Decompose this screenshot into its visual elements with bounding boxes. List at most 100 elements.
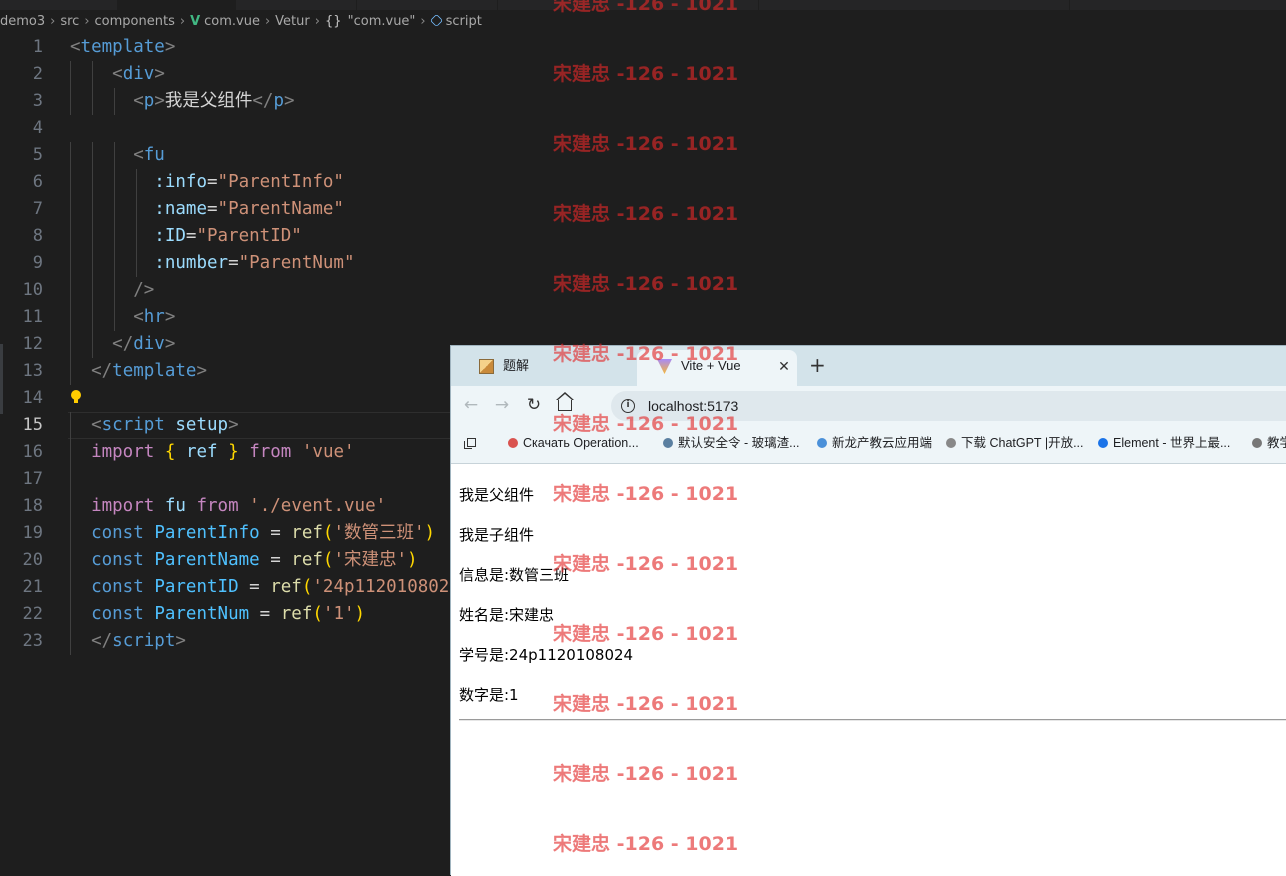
breadcrumb-item-src[interactable]: src (60, 10, 79, 34)
line-number: 12 (22, 334, 43, 354)
new-tab-icon[interactable]: + (809, 353, 826, 377)
code-text: <p>我是父组件</p> (133, 91, 295, 111)
code-line[interactable]: 7 :name="ParentName" (0, 196, 1286, 223)
bookmark-item[interactable]: 教学 (1252, 424, 1286, 462)
code-line[interactable]: 6 :info="ParentInfo" (0, 169, 1286, 196)
code-text: <div> (112, 64, 165, 84)
page-viewport: 我是父组件 我是子组件 信息是:数管三班 姓名是:宋建忠 学号是:24p1120… (451, 464, 1286, 876)
editor-tab[interactable] (236, 0, 357, 10)
line-number: 8 (32, 226, 43, 246)
bookmark-favicon-icon (946, 438, 956, 448)
line-number: 10 (22, 280, 43, 300)
line-number: 14 (22, 388, 43, 408)
bookmark-favicon-icon (817, 438, 827, 448)
vue-file-icon: V (190, 14, 201, 29)
breadcrumb-item-folder[interactable]: demo3 (0, 10, 45, 34)
editor-tab[interactable] (759, 0, 1070, 10)
browser-tab-tijie[interactable]: 题解 (459, 350, 635, 386)
line-number: 21 (22, 577, 43, 597)
symbol-cube-icon (429, 13, 443, 28)
id-text: 学号是:24p1120108024 (459, 646, 634, 664)
tab-groups-icon[interactable] (464, 438, 476, 449)
line-number: 15 (22, 415, 43, 435)
breadcrumb-item-script[interactable]: script (446, 10, 482, 34)
line-number: 16 (22, 442, 43, 462)
code-line[interactable]: 5 <fu (0, 142, 1286, 169)
address-bar[interactable]: i localhost:5173 (611, 391, 1286, 421)
line-number: 6 (32, 172, 43, 192)
forward-arrow-icon[interactable]: → (491, 394, 513, 416)
bookmark-favicon-icon (1252, 438, 1262, 448)
line-number: 11 (22, 307, 43, 327)
chevron-right-icon: › (84, 14, 90, 29)
editor-tab[interactable] (498, 0, 759, 10)
bookmark-item[interactable]: Element - 世界上最... (1098, 424, 1230, 462)
line-number: 2 (32, 64, 43, 84)
line-number: 1 (32, 37, 43, 57)
browser-tab-bar: 题解 Vite + Vue ✕ + (451, 346, 1286, 386)
code-line[interactable]: 1 <template> (0, 34, 1286, 61)
site-info-icon[interactable]: i (621, 399, 635, 413)
code-text: const ParentNum = ref('1') (91, 604, 366, 624)
vite-logo-icon (657, 359, 672, 374)
chevron-right-icon: › (179, 14, 186, 29)
tab-title: 题解 (503, 358, 530, 373)
child-heading: 我是子组件 (459, 526, 535, 544)
line-number: 20 (22, 550, 43, 570)
bookmark-item[interactable]: 默认安全令 - 玻璃渣... (663, 424, 800, 462)
editor-tab[interactable] (357, 0, 498, 10)
code-text: const ParentID = ref('24p1120108024') (91, 577, 481, 597)
code-line[interactable]: 3 <p>我是父组件</p> (0, 88, 1286, 115)
chevron-right-icon: › (50, 14, 56, 29)
line-number: 5 (32, 145, 43, 165)
tab-title: Vite + Vue (681, 358, 741, 373)
code-line[interactable]: 11 <hr> (0, 304, 1286, 331)
breadcrumb-item-object[interactable]: "com.vue" (348, 10, 416, 34)
line-number: 7 (32, 199, 43, 219)
code-text: :ID="ParentID" (154, 226, 302, 246)
url-text[interactable]: localhost:5173 (648, 391, 738, 421)
code-text: <hr> (133, 307, 176, 327)
code-text: /> (133, 280, 155, 300)
bookmark-favicon-icon (1098, 438, 1108, 448)
breadcrumb-item-vetur[interactable]: Vetur (275, 10, 310, 34)
browser-tab-vite-vue[interactable]: Vite + Vue ✕ (637, 350, 797, 386)
line-number: 3 (32, 91, 43, 111)
code-text: :info="ParentInfo" (154, 172, 344, 192)
lightbulb-icon[interactable] (71, 390, 81, 403)
breadcrumb-item-file[interactable]: com.vue (204, 10, 260, 34)
home-icon[interactable] (556, 392, 574, 411)
code-text: <script setup> (91, 415, 239, 435)
line-number: 9 (32, 253, 43, 273)
code-text: </template> (91, 361, 207, 381)
reload-icon[interactable]: ↻ (523, 394, 545, 416)
object-braces-icon: {} (324, 14, 342, 29)
editor-tab-active[interactable] (118, 0, 236, 10)
code-line[interactable]: 9 :number="ParentNum" (0, 250, 1286, 277)
bookmark-favicon-icon (663, 438, 673, 448)
bookmark-item[interactable]: 新龙产教云应用端 (817, 424, 932, 462)
indent-guide (70, 466, 71, 493)
bookmarks-bar: Скачать Operation... 默认安全令 - 玻璃渣... 新龙产教… (451, 424, 1286, 464)
code-line[interactable]: 8 :ID="ParentID" (0, 223, 1286, 250)
breadcrumb-item-components[interactable]: components (95, 10, 175, 34)
line-number: 19 (22, 523, 43, 543)
code-line[interactable]: 4 (0, 115, 1286, 142)
chevron-right-icon: › (264, 14, 271, 29)
bookmark-favicon-icon (508, 438, 518, 448)
back-arrow-icon[interactable]: ← (460, 394, 482, 416)
code-text: :number="ParentNum" (154, 253, 355, 273)
code-text: <template> (70, 37, 176, 57)
code-line[interactable]: 10 /> (0, 277, 1286, 304)
editor-tab[interactable] (0, 0, 118, 10)
bookmark-item[interactable]: 下载 ChatGPT |开放... (946, 424, 1084, 462)
close-icon[interactable]: ✕ (777, 359, 791, 373)
code-line[interactable]: 2 <div> (0, 61, 1286, 88)
browser-toolbar: ← → ↻ i localhost:5173 (451, 386, 1286, 424)
bookmark-item[interactable]: Скачать Operation... (508, 424, 639, 462)
code-text: const ParentName = ref('宋建忠') (91, 550, 418, 570)
line-number: 13 (22, 361, 43, 381)
line-number: 22 (22, 604, 43, 624)
code-text: const ParentInfo = ref('数管三班') (91, 523, 436, 543)
code-text: import { ref } from 'vue' (91, 442, 355, 462)
